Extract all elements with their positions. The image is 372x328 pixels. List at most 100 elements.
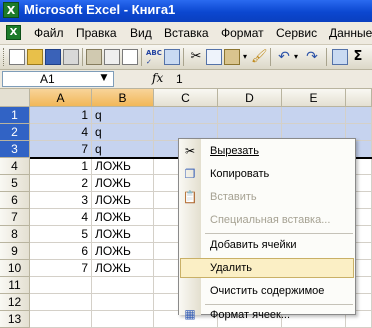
cell-a[interactable]: 3 bbox=[30, 192, 92, 209]
context-menu-separator bbox=[205, 233, 353, 234]
menu-item-paste[interactable]: Вставить bbox=[210, 191, 257, 203]
menu-item-cut[interactable]: Вырезать bbox=[210, 145, 259, 157]
menu-item-insert-cells[interactable]: Добавить ячейки bbox=[210, 239, 297, 251]
row-header[interactable]: 2 bbox=[0, 124, 30, 141]
excel-app-icon[interactable]: X bbox=[3, 2, 19, 18]
menu-item-copy[interactable]: Копировать bbox=[210, 168, 269, 180]
row-header[interactable]: 5 bbox=[0, 175, 30, 192]
menu-view[interactable]: Вид bbox=[130, 26, 152, 40]
cell-b[interactable]: ЛОЖЬ bbox=[92, 158, 154, 175]
save-icon[interactable] bbox=[45, 49, 61, 65]
workbook-icon[interactable]: X bbox=[6, 25, 21, 40]
toolbar-separator bbox=[270, 48, 271, 66]
cell-b[interactable]: q bbox=[92, 141, 154, 158]
cell-f[interactable] bbox=[346, 107, 372, 124]
print-icon[interactable] bbox=[104, 49, 120, 65]
row-header[interactable]: 7 bbox=[0, 209, 30, 226]
cell-b[interactable]: ЛОЖЬ bbox=[92, 192, 154, 209]
cell-b[interactable]: q bbox=[92, 107, 154, 124]
redo-icon[interactable]: ↷ bbox=[304, 49, 320, 65]
row-header[interactable]: 11 bbox=[0, 277, 30, 294]
cut-icon[interactable]: ✂ bbox=[188, 49, 204, 65]
cell-b[interactable] bbox=[92, 294, 154, 311]
copy-icon: ❐ bbox=[184, 167, 196, 181]
cell-a[interactable]: 1 bbox=[30, 158, 92, 175]
row-header[interactable]: 10 bbox=[0, 260, 30, 277]
new-document-icon[interactable] bbox=[9, 49, 25, 65]
row-header[interactable]: 1 bbox=[0, 107, 30, 124]
undo-dropdown-icon[interactable]: ▾ bbox=[292, 49, 300, 65]
toolbar-separator bbox=[326, 48, 327, 66]
menu-item-paste-special[interactable]: Специальная вставка... bbox=[210, 214, 330, 226]
cell-b[interactable]: ЛОЖЬ bbox=[92, 260, 154, 277]
window-title: Microsoft Excel - Книга1 bbox=[24, 2, 176, 17]
copy-icon[interactable] bbox=[206, 49, 222, 65]
insert-function-icon[interactable]: fx bbox=[152, 71, 163, 85]
menu-item-format-cells[interactable]: Формат ячеек... bbox=[210, 309, 290, 321]
row-header[interactable]: 8 bbox=[0, 226, 30, 243]
column-header-c[interactable]: C bbox=[154, 89, 218, 107]
format-painter-icon[interactable]: 🖌 bbox=[251, 49, 268, 65]
column-header-a[interactable]: A bbox=[30, 89, 92, 107]
open-folder-icon[interactable] bbox=[27, 49, 43, 65]
row-header[interactable]: 13 bbox=[0, 311, 30, 328]
menu-file[interactable]: Файл bbox=[34, 26, 64, 40]
hyperlink-icon[interactable] bbox=[332, 49, 348, 65]
paste-dropdown-icon[interactable]: ▾ bbox=[241, 49, 249, 65]
cell-a[interactable]: 1 bbox=[30, 107, 92, 124]
paste-icon[interactable] bbox=[224, 49, 240, 65]
autosum-icon[interactable]: Σ bbox=[350, 49, 366, 65]
toolbar-grip[interactable] bbox=[3, 48, 7, 66]
row-header[interactable]: 3 bbox=[0, 141, 30, 158]
cell-a[interactable]: 7 bbox=[30, 260, 92, 277]
cell-d[interactable] bbox=[218, 107, 282, 124]
row-header[interactable]: 6 bbox=[0, 192, 30, 209]
cell-b[interactable]: ЛОЖЬ bbox=[92, 243, 154, 260]
cell-a[interactable] bbox=[30, 311, 92, 328]
cell-a[interactable] bbox=[30, 277, 92, 294]
cell-b[interactable]: q bbox=[92, 124, 154, 141]
spelling-icon[interactable]: ABC ✓ bbox=[146, 49, 162, 66]
undo-icon[interactable]: ↶ bbox=[276, 49, 292, 65]
menu-insert[interactable]: Вставка bbox=[164, 26, 209, 40]
menu-item-clear-contents[interactable]: Очистить содержимое bbox=[210, 285, 324, 297]
cell-a[interactable]: 2 bbox=[30, 175, 92, 192]
context-menu-separator bbox=[205, 304, 353, 305]
cell-a[interactable]: 5 bbox=[30, 226, 92, 243]
chevron-down-icon[interactable]: ▼ bbox=[96, 71, 112, 85]
permission-icon[interactable] bbox=[63, 49, 79, 65]
menu-edit[interactable]: Правка bbox=[76, 26, 117, 40]
cell-a[interactable]: 4 bbox=[30, 124, 92, 141]
cell-b[interactable]: ЛОЖЬ bbox=[92, 209, 154, 226]
menu-item-cut-label: Вырезать bbox=[210, 145, 259, 157]
column-header-f[interactable] bbox=[346, 89, 372, 107]
cell-c[interactable] bbox=[154, 107, 218, 124]
select-all-button[interactable] bbox=[0, 89, 30, 107]
cell-a[interactable] bbox=[30, 294, 92, 311]
cell-b[interactable]: ЛОЖЬ bbox=[92, 226, 154, 243]
cell-b[interactable]: ЛОЖЬ bbox=[92, 175, 154, 192]
menu-item-delete[interactable]: Удалить bbox=[210, 262, 252, 274]
research-icon[interactable] bbox=[164, 49, 180, 65]
cell-b[interactable] bbox=[92, 311, 154, 328]
formula-input[interactable]: 1 bbox=[176, 72, 183, 86]
toolbar-separator bbox=[183, 48, 184, 66]
cell-a[interactable]: 6 bbox=[30, 243, 92, 260]
row-header[interactable]: 12 bbox=[0, 294, 30, 311]
email-icon[interactable] bbox=[86, 49, 102, 65]
cell-a[interactable]: 4 bbox=[30, 209, 92, 226]
print-preview-icon[interactable] bbox=[122, 49, 138, 65]
cell-e[interactable] bbox=[282, 107, 346, 124]
menu-format[interactable]: Формат bbox=[221, 26, 264, 40]
menu-tools[interactable]: Сервис bbox=[276, 26, 317, 40]
cell-b[interactable] bbox=[92, 277, 154, 294]
menu-data[interactable]: Данные bbox=[329, 26, 372, 40]
paste-icon: 📋 bbox=[182, 190, 198, 204]
column-header-d[interactable]: D bbox=[218, 89, 282, 107]
column-header-b[interactable]: B bbox=[92, 89, 154, 107]
row-header[interactable]: 9 bbox=[0, 243, 30, 260]
cell-a[interactable]: 7 bbox=[30, 141, 92, 158]
column-header-e[interactable]: E bbox=[282, 89, 346, 107]
toolbar-separator bbox=[82, 48, 83, 66]
row-header[interactable]: 4 bbox=[0, 158, 30, 175]
